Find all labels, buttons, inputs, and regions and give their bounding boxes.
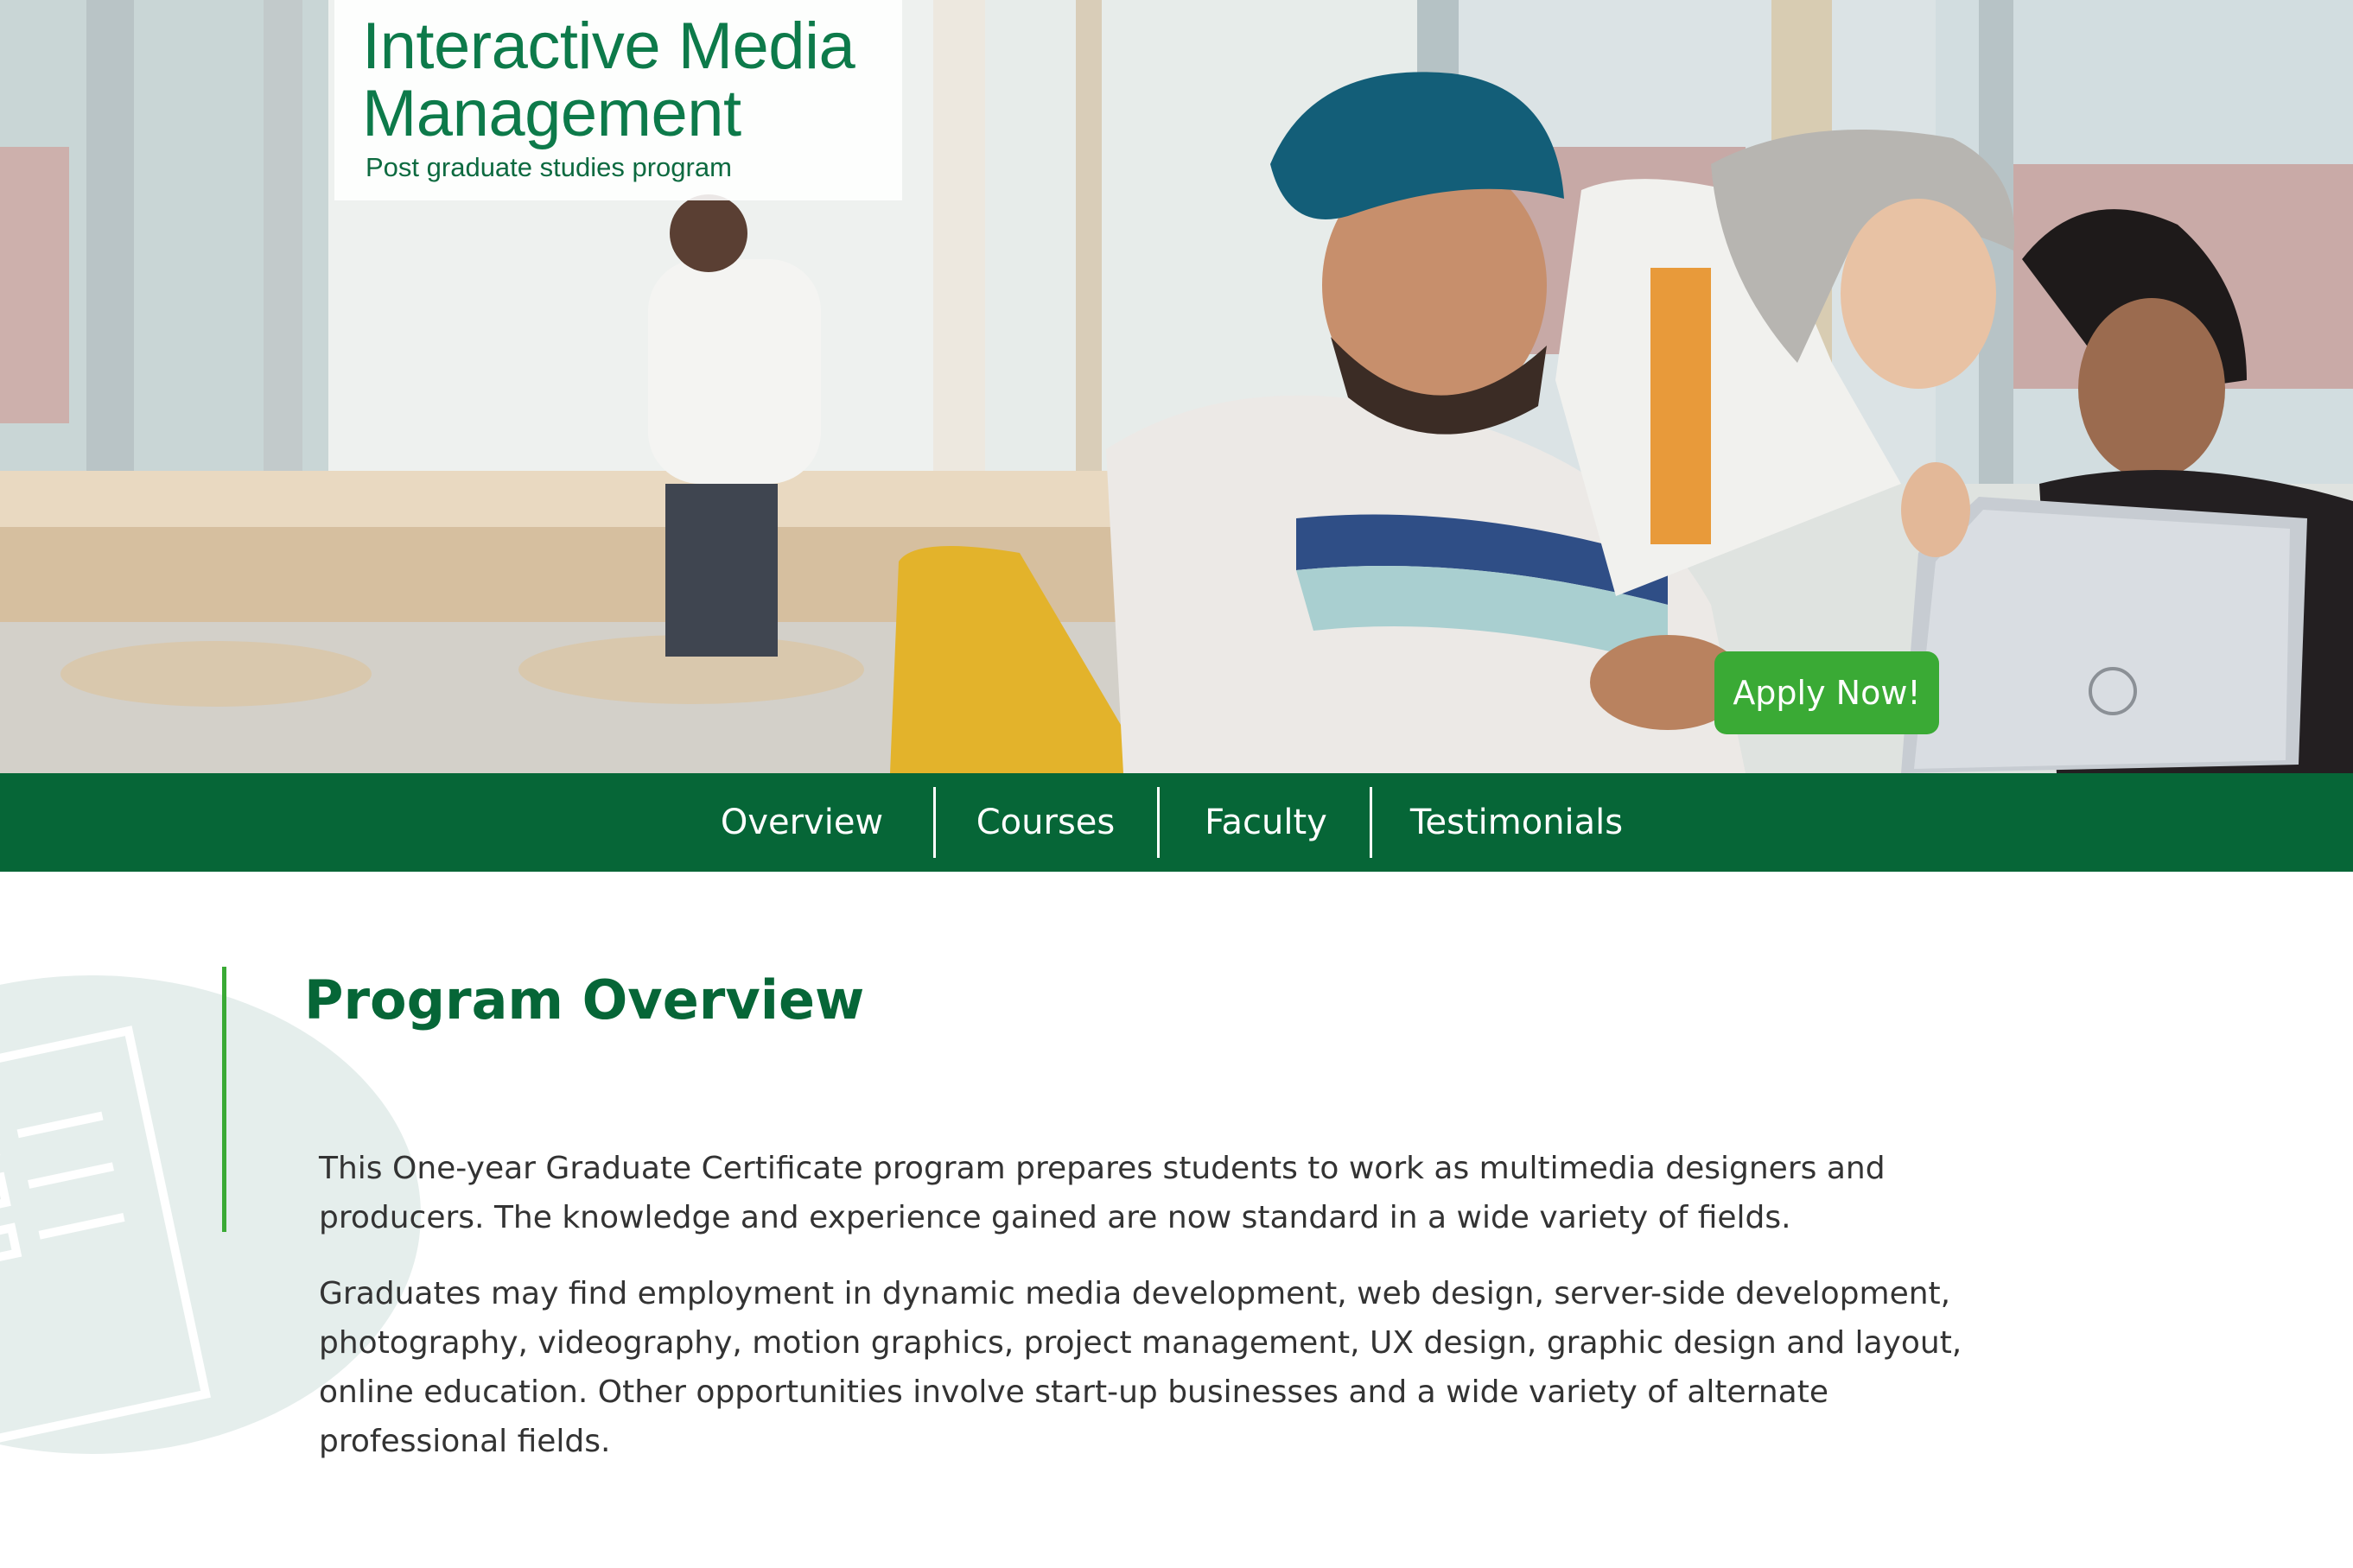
nav-separator: [933, 787, 936, 858]
section-nav: Overview Courses Faculty Testimonials: [0, 773, 2353, 872]
section-title: Program Overview: [304, 968, 865, 1032]
program-overview-section: Program Overview This One-year Graduate …: [0, 872, 2353, 1568]
nav-separator: [1370, 787, 1372, 858]
apply-now-button[interactable]: Apply Now!: [1714, 651, 1939, 734]
program-subtitle: Post graduate studies program: [366, 152, 732, 182]
nav-item-testimonials[interactable]: Testimonials: [1374, 773, 1659, 872]
overview-paragraph: This One-year Graduate Certificate progr…: [319, 1151, 1886, 1235]
overview-paragraph: Graduates may find employment in dynamic…: [319, 1276, 1962, 1459]
nav-item-faculty[interactable]: Faculty: [1161, 773, 1370, 872]
nav-separator: [1157, 787, 1160, 858]
program-title-card: Interactive Media Management Post gradua…: [334, 0, 902, 200]
hero-banner: Interactive Media Management Post gradua…: [0, 0, 2353, 773]
program-title-line2: Management: [362, 77, 741, 150]
program-title-line1: Interactive Media: [362, 10, 855, 83]
nav-item-overview[interactable]: Overview: [691, 773, 913, 872]
nav-item-courses[interactable]: Courses: [938, 773, 1154, 872]
heading-accent-bar: [222, 967, 226, 1232]
